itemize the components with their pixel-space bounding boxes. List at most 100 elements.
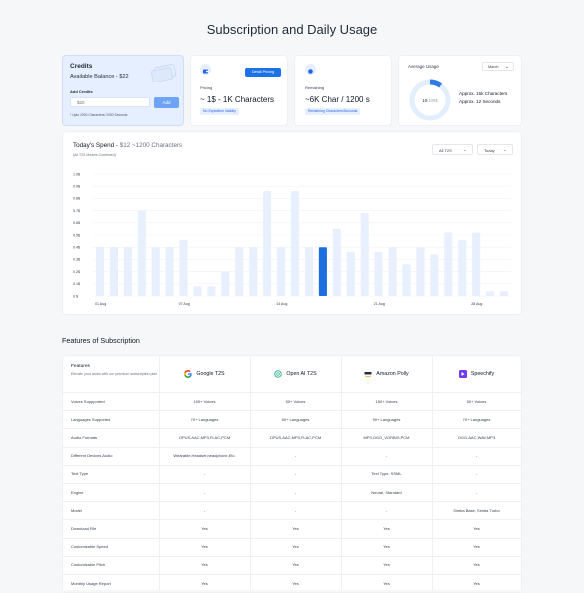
column-divider bbox=[250, 356, 251, 591]
chart-bar[interactable] bbox=[402, 264, 411, 296]
feature-value-cell: Yes bbox=[473, 562, 480, 568]
pricing-label: Pricing bbox=[200, 85, 213, 90]
chart-bar[interactable] bbox=[430, 254, 439, 296]
table-row: Text Type - - Text Type, SSML - bbox=[63, 465, 521, 484]
range-select-value: Today bbox=[484, 148, 495, 153]
feature-value-cell: 70+ Languages bbox=[462, 416, 491, 422]
chart-bar[interactable] bbox=[277, 247, 286, 296]
model-select[interactable]: All T2S ⌄ bbox=[432, 144, 473, 155]
aws-icon bbox=[364, 372, 372, 378]
feature-name-cell: Different Devices Audio bbox=[71, 453, 113, 459]
feature-name-cell: Model bbox=[71, 507, 82, 513]
average-usage-title: Average Usage bbox=[408, 64, 439, 69]
detail-pricing-button[interactable]: Detail Pricing bbox=[245, 68, 281, 77]
features-table: Features Elevate your audio with our pre… bbox=[62, 355, 522, 593]
feature-value-cell: Yes bbox=[383, 544, 390, 550]
chart-bar[interactable] bbox=[249, 247, 258, 296]
today-spend-card: 0 $ 0.1$ 0.2$ 0.3$ 0.4$ 0.5$ 0.6$ 0.7$ 0.8$ 0.9$ 1… bbox=[62, 131, 522, 315]
chart-bar[interactable] bbox=[360, 213, 369, 296]
features-title: Features of Subscription bbox=[62, 336, 140, 345]
feature-value-cell: - bbox=[294, 507, 297, 513]
pricing-badge: No Expiration Validity bbox=[200, 108, 240, 115]
feature-value-cell: 100+ Voices bbox=[193, 398, 216, 404]
chart-bar[interactable] bbox=[165, 247, 174, 296]
chart-bar[interactable] bbox=[499, 291, 509, 296]
feature-value-cell: - bbox=[385, 453, 388, 459]
feature-value-cell: 50+ Voices bbox=[285, 398, 306, 404]
range-select[interactable]: Today ⌄ bbox=[477, 144, 513, 155]
today-spend-title: Today's Spend - $12 ~1200 Characters bbox=[73, 142, 182, 149]
table-row: Different Devices Audio Wearable,Headset,… bbox=[63, 447, 521, 466]
chart-bar[interactable] bbox=[416, 247, 425, 296]
credit-card-illustration-icon bbox=[150, 63, 177, 82]
feature-value-cell: - bbox=[294, 453, 297, 459]
feature-name-cell: Audio Formats bbox=[71, 434, 98, 440]
chart-bar[interactable] bbox=[193, 286, 202, 296]
chart-bar[interactable] bbox=[444, 232, 453, 296]
credits-amount-input[interactable]: $20 bbox=[70, 97, 150, 107]
feature-value-cell: Yes bbox=[473, 525, 480, 531]
y-tick-label: 0.4$ bbox=[73, 246, 80, 250]
period-select[interactable]: March ⌄ bbox=[482, 62, 514, 71]
column-divider bbox=[159, 356, 160, 591]
feature-value-cell: Yes bbox=[473, 544, 480, 550]
svg-text:10/100$: 10/100$ bbox=[422, 98, 438, 103]
feature-name-cell: Engine bbox=[71, 489, 84, 495]
chart-bar[interactable] bbox=[109, 247, 118, 296]
chart-bar[interactable] bbox=[304, 247, 314, 296]
chart-bar[interactable] bbox=[458, 239, 467, 296]
chart-bar[interactable] bbox=[263, 191, 272, 296]
chart-bar[interactable] bbox=[374, 252, 383, 296]
pricing-value: ~ 1$ - 1K Characters bbox=[200, 95, 275, 104]
chart-bar[interactable] bbox=[123, 247, 132, 296]
table-row: Model - - - Simba Base, Simba Turbo bbox=[63, 501, 521, 521]
y-tick-label: 0.6$ bbox=[73, 221, 80, 225]
feature-name-cell: Download File bbox=[71, 525, 97, 531]
daily-spend-chart: 0 $ 0.1$ 0.2$ 0.3$ 0.4$ 0.5$ 0.6$ 0.7$ 0.8$ 0.9$ 1… bbox=[73, 172, 511, 306]
provider-openai: Open AI T2S bbox=[250, 356, 341, 392]
wallet-icon bbox=[200, 64, 211, 75]
pricing-card: Detail Pricing Pricing ~ 1$ - 1K Charact… bbox=[190, 55, 288, 126]
feature-value-cell: 50+ Languages bbox=[281, 416, 310, 422]
available-balance: Available Balance - $22 bbox=[70, 74, 129, 80]
today-spend-subtitle: (All T2S Models Combined) bbox=[73, 153, 116, 157]
features-header-title: Features bbox=[71, 364, 90, 369]
chart-bar[interactable] bbox=[221, 271, 230, 296]
chart-bar[interactable] bbox=[472, 232, 481, 296]
remaining-label: Remaining bbox=[305, 85, 325, 90]
feature-value-cell: - bbox=[475, 489, 478, 495]
chart-bar[interactable] bbox=[137, 210, 146, 296]
x-tick-label: 01 Aug bbox=[95, 302, 106, 306]
table-row: Customizable Pitch Yes Yes Yes Yes bbox=[63, 556, 521, 575]
x-tick-label: 07 Aug bbox=[179, 302, 190, 306]
y-tick-label: 0.8$ bbox=[73, 197, 80, 201]
table-row: Engine - - Neural, Standard - bbox=[63, 483, 521, 503]
timer-icon bbox=[305, 64, 316, 75]
page-title: Subscription and Daily Usage bbox=[206, 22, 378, 37]
chart-bar[interactable] bbox=[95, 247, 105, 296]
chart-bar[interactable] bbox=[290, 191, 300, 296]
y-tick-label: 0 $ bbox=[73, 294, 78, 298]
approx-seconds: Approx. 12 Seconds bbox=[459, 99, 501, 104]
feature-value-cell: - bbox=[475, 471, 478, 477]
chart-bar[interactable] bbox=[151, 247, 160, 296]
chart-bar[interactable] bbox=[179, 239, 188, 296]
add-credits-button[interactable]: Add bbox=[154, 97, 179, 108]
chart-bar[interactable] bbox=[318, 247, 327, 296]
feature-value-cell: Yes bbox=[292, 544, 299, 550]
column-divider bbox=[432, 356, 433, 591]
table-row: Languages Supported 70+ Languages 50+ Lang… bbox=[63, 410, 521, 430]
chart-bar[interactable] bbox=[486, 291, 495, 296]
add-credits-label: Add Credits bbox=[70, 89, 93, 94]
feature-value-cell: - bbox=[203, 489, 206, 495]
google-icon bbox=[184, 370, 193, 378]
chart-bar[interactable] bbox=[346, 252, 355, 296]
chart-bar[interactable] bbox=[207, 286, 216, 296]
today-spend-prefix: Today's Spend - bbox=[73, 142, 120, 149]
feature-name-cell: Languages Supported bbox=[71, 416, 111, 422]
chart-bar[interactable] bbox=[332, 228, 341, 296]
chart-bar[interactable] bbox=[235, 247, 244, 296]
chart-bar[interactable] bbox=[388, 247, 397, 296]
table-row: Audio Formats OPUS,AAC,MP3,FLAC,PCM OPUS,A… bbox=[63, 428, 521, 448]
x-tick-label: 14 Aug bbox=[276, 302, 287, 306]
